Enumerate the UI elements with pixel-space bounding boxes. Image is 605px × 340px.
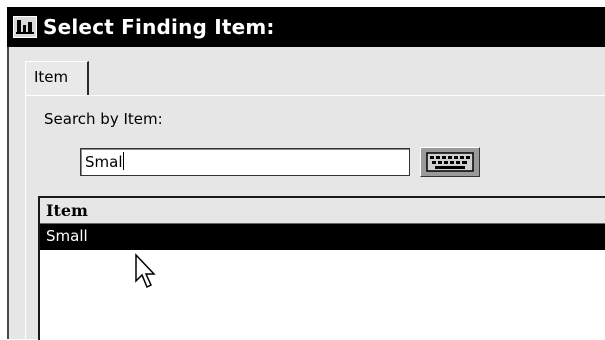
list-column-header-label: Item	[46, 201, 88, 220]
list-column-header[interactable]: Item	[40, 198, 605, 224]
mouse-pointer-icon	[135, 253, 156, 289]
window-title: Select Finding Item:	[43, 15, 275, 39]
title-bar: Select Finding Item:	[7, 7, 605, 47]
tab-page: Search by Item: Smal Item Small	[25, 95, 605, 340]
tab-item[interactable]: Item	[25, 61, 89, 95]
keyboard-button[interactable]	[420, 147, 480, 177]
search-label: Search by Item:	[44, 110, 163, 128]
item-list[interactable]: Item Small	[38, 196, 605, 340]
tab-label: Item	[34, 68, 69, 86]
list-item[interactable]: Small	[40, 224, 605, 250]
text-caret	[122, 152, 124, 170]
keyboard-icon	[426, 152, 474, 172]
list-item-label: Small	[46, 227, 88, 245]
app-icon	[13, 16, 37, 38]
search-input[interactable]: Smal	[80, 148, 410, 176]
dialog-body: Item Search by Item: Smal Item Small	[7, 47, 605, 340]
search-input-value: Smal	[85, 153, 123, 171]
dialog-window: Select Finding Item: Item Search by Item…	[0, 0, 605, 340]
